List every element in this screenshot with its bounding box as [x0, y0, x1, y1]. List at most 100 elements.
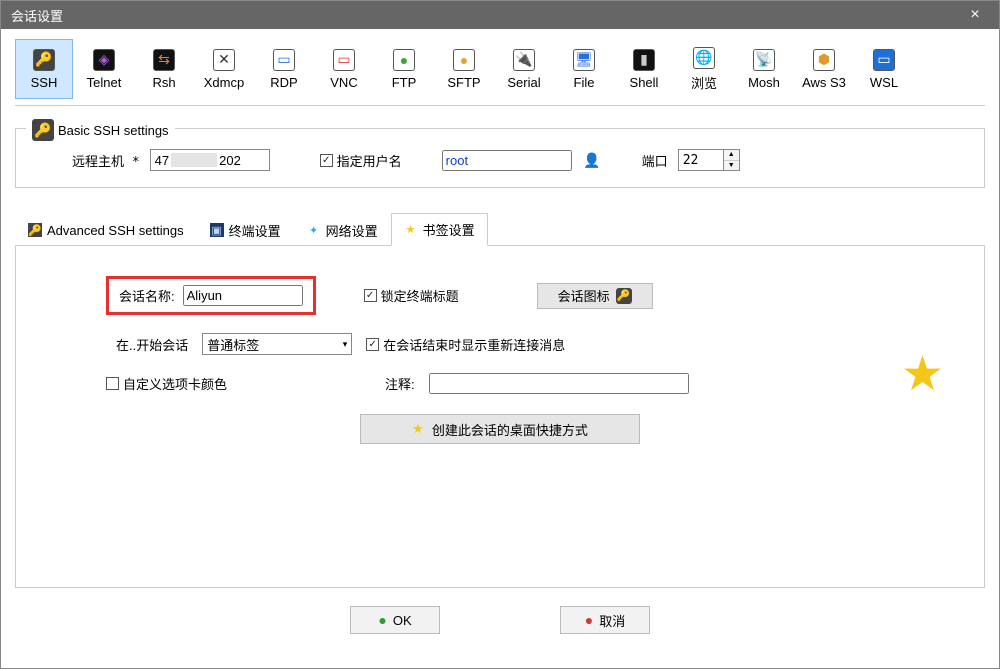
key-icon: 🔑 [32, 119, 54, 141]
protocol-aws-s3[interactable]: ⬢Aws S3 [795, 39, 853, 99]
protocol-sftp[interactable]: ● SFTP [435, 39, 493, 99]
tab-label: 终端设置 [229, 221, 281, 240]
start-in-label: 在..开始会话 [116, 335, 188, 354]
protocol-浏览[interactable]: 🌐 浏览 [675, 39, 733, 99]
protocol-icon: 📡 [753, 49, 775, 71]
ok-button[interactable]: ● OK [350, 606, 440, 634]
protocol-label: WSL [870, 75, 898, 90]
port-spinner[interactable]: ▲ ▼ [678, 149, 740, 171]
session-icon-button[interactable]: 会话图标 🔑 [537, 283, 653, 309]
comment-input[interactable] [429, 373, 689, 394]
session-name-label: 会话名称: [119, 286, 175, 305]
protocol-serial[interactable]: 🔌 Serial [495, 39, 553, 99]
protocol-label: Telnet [87, 75, 122, 90]
protocol-label: Serial [507, 75, 540, 90]
tab-网络设置[interactable]: ✦ 网络设置 [294, 213, 391, 246]
show-reconnect-checkbox[interactable]: ✓ 在会话结束时显示重新连接消息 [366, 335, 565, 354]
protocol-label: SFTP [447, 75, 480, 90]
protocol-icon: ✕ [213, 49, 235, 71]
protocol-shell[interactable]: ▮Shell [615, 39, 673, 99]
tab-icon: ✦ [307, 223, 321, 237]
protocol-ssh[interactable]: 🔑SSH [15, 39, 73, 99]
spinner-down-icon[interactable]: ▼ [724, 161, 739, 171]
protocol-label: Aws S3 [802, 75, 846, 90]
protocol-telnet[interactable]: ◈ Telnet [75, 39, 133, 99]
protocol-label: RDP [270, 75, 297, 90]
star-icon: ★ [901, 346, 944, 402]
tab-终端设置[interactable]: ▣ 终端设置 [197, 213, 294, 246]
spinner-up-icon[interactable]: ▲ [724, 150, 739, 161]
protocol-toolbar: 🔑SSH◈Telnet⇆Rsh✕Xdmcp▭RDP▭VNC●FTP●SFTP🔌S… [15, 39, 985, 106]
ok-icon: ● [378, 612, 386, 628]
remote-host-prefix: 47 [155, 153, 169, 168]
protocol-rsh[interactable]: ⇆ Rsh [135, 39, 193, 99]
protocol-rdp[interactable]: ▭ RDP [255, 39, 313, 99]
protocol-icon: ⇆ [153, 49, 175, 71]
tab-icon: ▣ [210, 223, 224, 237]
protocol-wsl[interactable]: ▭ WSL [855, 39, 913, 99]
protocol-vnc[interactable]: ▭VNC [315, 39, 373, 99]
remote-host-label: 远程主机 * [72, 151, 140, 170]
remote-host-suffix: 202 [219, 153, 241, 168]
cancel-button[interactable]: ● 取消 [560, 606, 650, 634]
show-reconnect-label: 在会话结束时显示重新连接消息 [383, 335, 565, 354]
port-label: 端口 [642, 151, 668, 170]
star-icon: ★ [412, 421, 424, 437]
protocol-label: FTP [392, 75, 417, 90]
custom-tab-color-checkbox[interactable]: 自定义选项卡颜色 [106, 374, 227, 393]
protocol-icon: 🔌 [513, 49, 535, 71]
custom-tab-color-label: 自定义选项卡颜色 [123, 374, 227, 393]
protocol-icon: ▮ [633, 49, 655, 71]
tab-书签设置[interactable]: ★ 书签设置 [391, 213, 488, 246]
tab-icon: ★ [404, 223, 418, 237]
protocol-label: VNC [330, 75, 357, 90]
start-in-select[interactable]: 普通标签 ▾ [202, 333, 352, 355]
key-icon: 🔑 [616, 288, 632, 304]
protocol-mosh[interactable]: 📡 Mosh [735, 39, 793, 99]
session-name-highlight: 会话名称: [106, 276, 316, 315]
username-input[interactable] [442, 150, 572, 171]
dialog-buttons: ● OK ● 取消 [15, 588, 985, 658]
protocol-ftp[interactable]: ● FTP [375, 39, 433, 99]
checkbox-icon [106, 377, 119, 390]
protocol-icon: ▭ [873, 49, 895, 71]
protocol-label: SSH [31, 75, 58, 90]
settings-tabs: 🔑Advanced SSH settings ▣ 终端设置 ✦ 网络设置 ★ 书签设置 [15, 212, 985, 246]
tab-advanced-ssh-settings[interactable]: 🔑Advanced SSH settings [15, 213, 197, 246]
basic-ssh-legend-label: Basic SSH settings [58, 123, 169, 138]
cancel-icon: ● [585, 612, 593, 628]
tab-label: 网络设置 [326, 221, 378, 240]
protocol-icon: ● [393, 49, 415, 71]
protocol-icon: ◈ [93, 49, 115, 71]
remote-host-field[interactable]: 47 202 [150, 149, 270, 171]
specify-user-checkbox[interactable]: ✓ 指定用户名 [320, 151, 402, 170]
protocol-icon: 🖥 [573, 49, 595, 71]
close-icon[interactable]: × [961, 6, 989, 24]
start-in-value: 普通标签 [207, 335, 259, 354]
protocol-icon: 🌐 [693, 47, 715, 69]
user-icon[interactable]: 👤 [582, 150, 602, 170]
protocol-label: 浏览 [691, 73, 717, 92]
create-shortcut-button[interactable]: ★ 创建此会话的桌面快捷方式 [360, 414, 640, 444]
protocol-icon: ▭ [273, 49, 295, 71]
protocol-xdmcp[interactable]: ✕Xdmcp [195, 39, 253, 99]
protocol-file[interactable]: 🖥 File [555, 39, 613, 99]
bookmark-tab-body: 会话名称: ✓ 锁定终端标题 会话图标 🔑 在..开始会话 普通标签 [15, 246, 985, 588]
window-title: 会话设置 [11, 6, 961, 25]
protocol-icon: ● [453, 49, 475, 71]
protocol-label: Rsh [152, 75, 175, 90]
port-input[interactable] [679, 150, 723, 170]
session-settings-window: 会话设置 × 🔑SSH◈Telnet⇆Rsh✕Xdmcp▭RDP▭VNC●FTP… [0, 0, 1000, 669]
create-shortcut-label: 创建此会话的桌面快捷方式 [432, 420, 588, 439]
basic-ssh-legend: 🔑 Basic SSH settings [26, 119, 175, 141]
protocol-label: Mosh [748, 75, 780, 90]
session-name-input[interactable] [183, 285, 303, 306]
checkbox-icon: ✓ [364, 289, 377, 302]
checkbox-icon: ✓ [320, 154, 333, 167]
protocol-label: File [574, 75, 595, 90]
basic-ssh-group: 🔑 Basic SSH settings 远程主机 * 47 202 ✓ 指定用… [15, 128, 985, 188]
cancel-label: 取消 [599, 611, 625, 630]
tab-label: 书签设置 [423, 220, 475, 239]
lock-title-checkbox[interactable]: ✓ 锁定终端标题 [364, 286, 459, 305]
session-icon-button-label: 会话图标 [558, 286, 610, 305]
